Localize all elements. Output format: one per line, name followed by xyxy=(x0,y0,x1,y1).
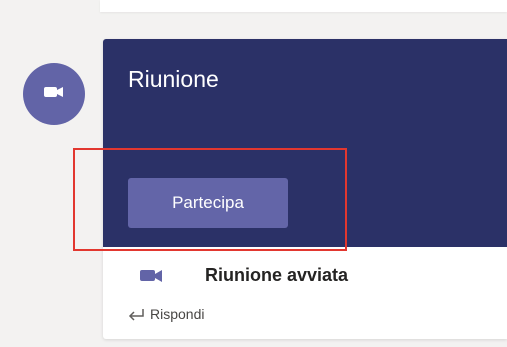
reply-arrow-icon xyxy=(128,307,144,321)
teams-chat-page: Riunione Partecipa Riunione avviata Risp… xyxy=(0,0,507,347)
meeting-avatar xyxy=(23,63,85,125)
video-camera-icon xyxy=(42,83,66,106)
meeting-title: Riunione xyxy=(128,66,219,92)
join-meeting-button[interactable]: Partecipa xyxy=(128,178,288,228)
meeting-status-text: Riunione avviata xyxy=(205,265,349,285)
meeting-status-row: Riunione avviata xyxy=(103,247,507,299)
reply-label: Rispondi xyxy=(150,306,205,322)
video-camera-icon xyxy=(138,266,166,286)
reply-link[interactable]: Rispondi xyxy=(128,306,204,322)
previous-message-card xyxy=(100,0,507,12)
meeting-banner: Riunione Partecipa xyxy=(103,39,507,247)
meeting-message-card: Riunione Partecipa Riunione avviata Risp… xyxy=(103,39,507,339)
